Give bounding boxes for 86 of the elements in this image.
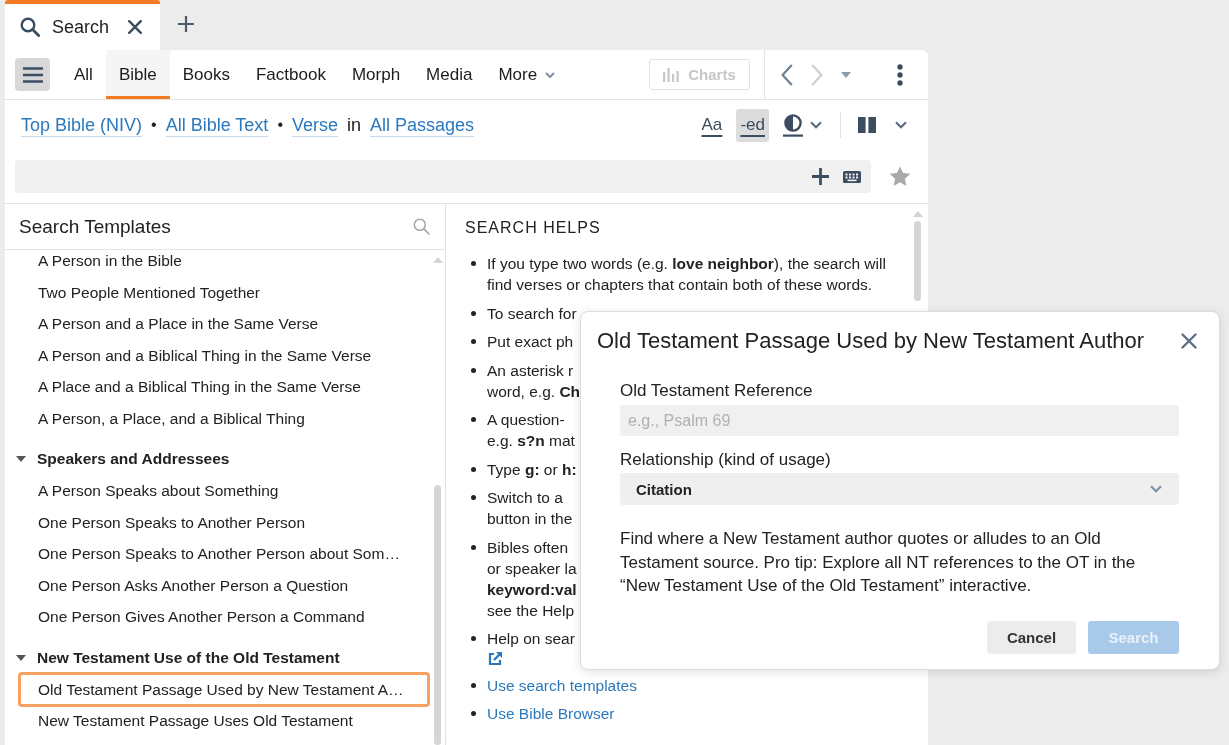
bullet-icon xyxy=(471,310,476,316)
template-item[interactable]: Two People Mentioned Together xyxy=(5,276,430,308)
field-label: Old Testament Reference xyxy=(620,380,814,402)
plus-icon[interactable] xyxy=(178,16,194,32)
tab[interactable]: Media xyxy=(413,50,486,99)
bar-chart-icon xyxy=(663,67,680,82)
view-toggle-button[interactable]: -ed xyxy=(736,108,769,142)
select-field[interactable]: Citation xyxy=(620,473,1179,505)
help-text: To search for xyxy=(487,303,577,324)
template-item[interactable]: A Person and a Place in the Same Verse xyxy=(5,308,430,340)
dialog-description: Find where a New Testament author quotes or alludes to an Old Testament source. Pro tip: Explore all NT references to the OT in the “New Testament Use of the Old Testament” interactive. xyxy=(620,528,1137,597)
more-menu-icon[interactable] xyxy=(897,63,903,86)
bullet-icon xyxy=(471,339,476,344)
bullet-icon xyxy=(471,682,476,688)
template-item[interactable]: Old Testament Passage Used by New Testament A… xyxy=(18,671,430,707)
help-text: Help on sear xyxy=(487,629,575,649)
search-icon xyxy=(20,17,40,37)
group-header[interactable]: Speakers and Addressees xyxy=(5,443,430,475)
group-header[interactable]: New Testament Use of the Old Testament xyxy=(5,642,430,674)
scope-text: in xyxy=(347,114,362,136)
bullet-icon xyxy=(471,261,476,266)
cancel-button[interactable]: Cancel xyxy=(987,620,1076,654)
scope-link[interactable]: Top Bible (NIV) xyxy=(21,113,143,137)
template-item[interactable]: One Person Gives Another Person a Command xyxy=(5,601,430,633)
template-item[interactable]: One Person Asks Another Person a Question xyxy=(5,569,430,601)
menu-button[interactable] xyxy=(15,58,50,91)
template-item[interactable]: A Person Speaks about Something xyxy=(5,475,430,507)
section-heading: SEARCH HELPS xyxy=(465,218,602,238)
tab[interactable]: All xyxy=(61,50,106,99)
tab[interactable]: Books xyxy=(169,50,243,99)
close-icon[interactable] xyxy=(1181,333,1197,349)
separator-dot: • xyxy=(151,116,157,134)
tab[interactable]: Morph xyxy=(338,50,414,99)
panel-title: Search Templates xyxy=(19,215,171,238)
external-link-icon[interactable] xyxy=(487,651,503,667)
scope-link[interactable]: Verse xyxy=(292,113,338,137)
template-item[interactable]: A Person, a Place, and a Biblical Thing xyxy=(5,402,430,434)
template-item[interactable]: New Testament Passage Uses Old Testament xyxy=(5,705,430,737)
separator-dot: • xyxy=(277,116,283,134)
input-field[interactable]: e.g., Psalm 69 xyxy=(620,405,1179,436)
help-link[interactable]: Use search templates xyxy=(487,674,637,696)
chevron-down-icon[interactable] xyxy=(810,121,822,129)
scrollbar-thumb[interactable] xyxy=(914,221,921,301)
tab[interactable]: Bible xyxy=(105,50,170,99)
template-item[interactable]: A Place and a Biblical Thing in the Same Verse xyxy=(5,371,430,403)
star-icon[interactable] xyxy=(889,166,911,187)
bullet-icon xyxy=(471,495,476,500)
plus-icon[interactable] xyxy=(812,168,829,185)
chevron-down-icon xyxy=(1150,485,1162,493)
chevron-down-icon xyxy=(545,71,556,78)
help-text: A question- e.g. s?n mat xyxy=(487,410,575,451)
scope-link[interactable]: All Passages xyxy=(370,113,475,137)
field-label: Relationship (kind of usage) xyxy=(620,449,832,471)
template-item[interactable]: One Person Speaks to Another Person xyxy=(5,506,430,538)
bullet-icon xyxy=(471,711,476,716)
template-item[interactable]: A Person and a Biblical Thing in the Same Verse xyxy=(5,339,430,371)
template-item[interactable]: One Person Speaks to Another Person about Som… xyxy=(5,538,430,570)
view-toggle-button[interactable]: Aa xyxy=(696,108,728,142)
help-text: An asterisk r word, e.g. Ch xyxy=(487,360,581,402)
help-text: Put exact ph xyxy=(487,332,574,352)
dialog-title: Old Testament Passage Used by New Testament Author xyxy=(597,328,1145,354)
contrast-icon[interactable] xyxy=(783,113,803,137)
help-link[interactable]: Use Bible Browser xyxy=(487,703,615,724)
help-text: Switch to a button in the xyxy=(487,488,573,529)
bullet-icon xyxy=(471,544,476,550)
document-tab[interactable]: Search xyxy=(5,0,160,50)
caret-down-icon[interactable] xyxy=(841,71,851,78)
columns-icon[interactable] xyxy=(858,117,876,133)
chevron-left-icon[interactable] xyxy=(781,63,793,86)
scope-link[interactable]: All Bible Text xyxy=(165,113,269,137)
help-text: Bibles often or speaker la keyword:val see the Help xyxy=(487,537,577,621)
chevron-down-icon[interactable] xyxy=(895,121,907,129)
scrollbar-thumb[interactable] xyxy=(434,485,441,745)
tab[interactable]: More xyxy=(485,50,569,99)
menu-icon xyxy=(22,66,43,83)
template-item[interactable]: A Person in the Bible xyxy=(5,250,430,277)
bullet-icon xyxy=(471,466,476,472)
help-text: Type g: or h: xyxy=(487,459,577,480)
search-field[interactable] xyxy=(15,160,871,193)
tab[interactable]: Factbook xyxy=(242,50,339,99)
bullet-icon xyxy=(471,417,476,422)
keyboard-icon[interactable] xyxy=(843,170,861,183)
bullet-icon xyxy=(471,636,476,641)
close-icon[interactable] xyxy=(128,20,142,34)
help-text: If you type two words (e.g. love neighbor), the search will find verses or chapters that contain both of these words. xyxy=(487,254,886,295)
bullet-icon xyxy=(471,367,476,373)
